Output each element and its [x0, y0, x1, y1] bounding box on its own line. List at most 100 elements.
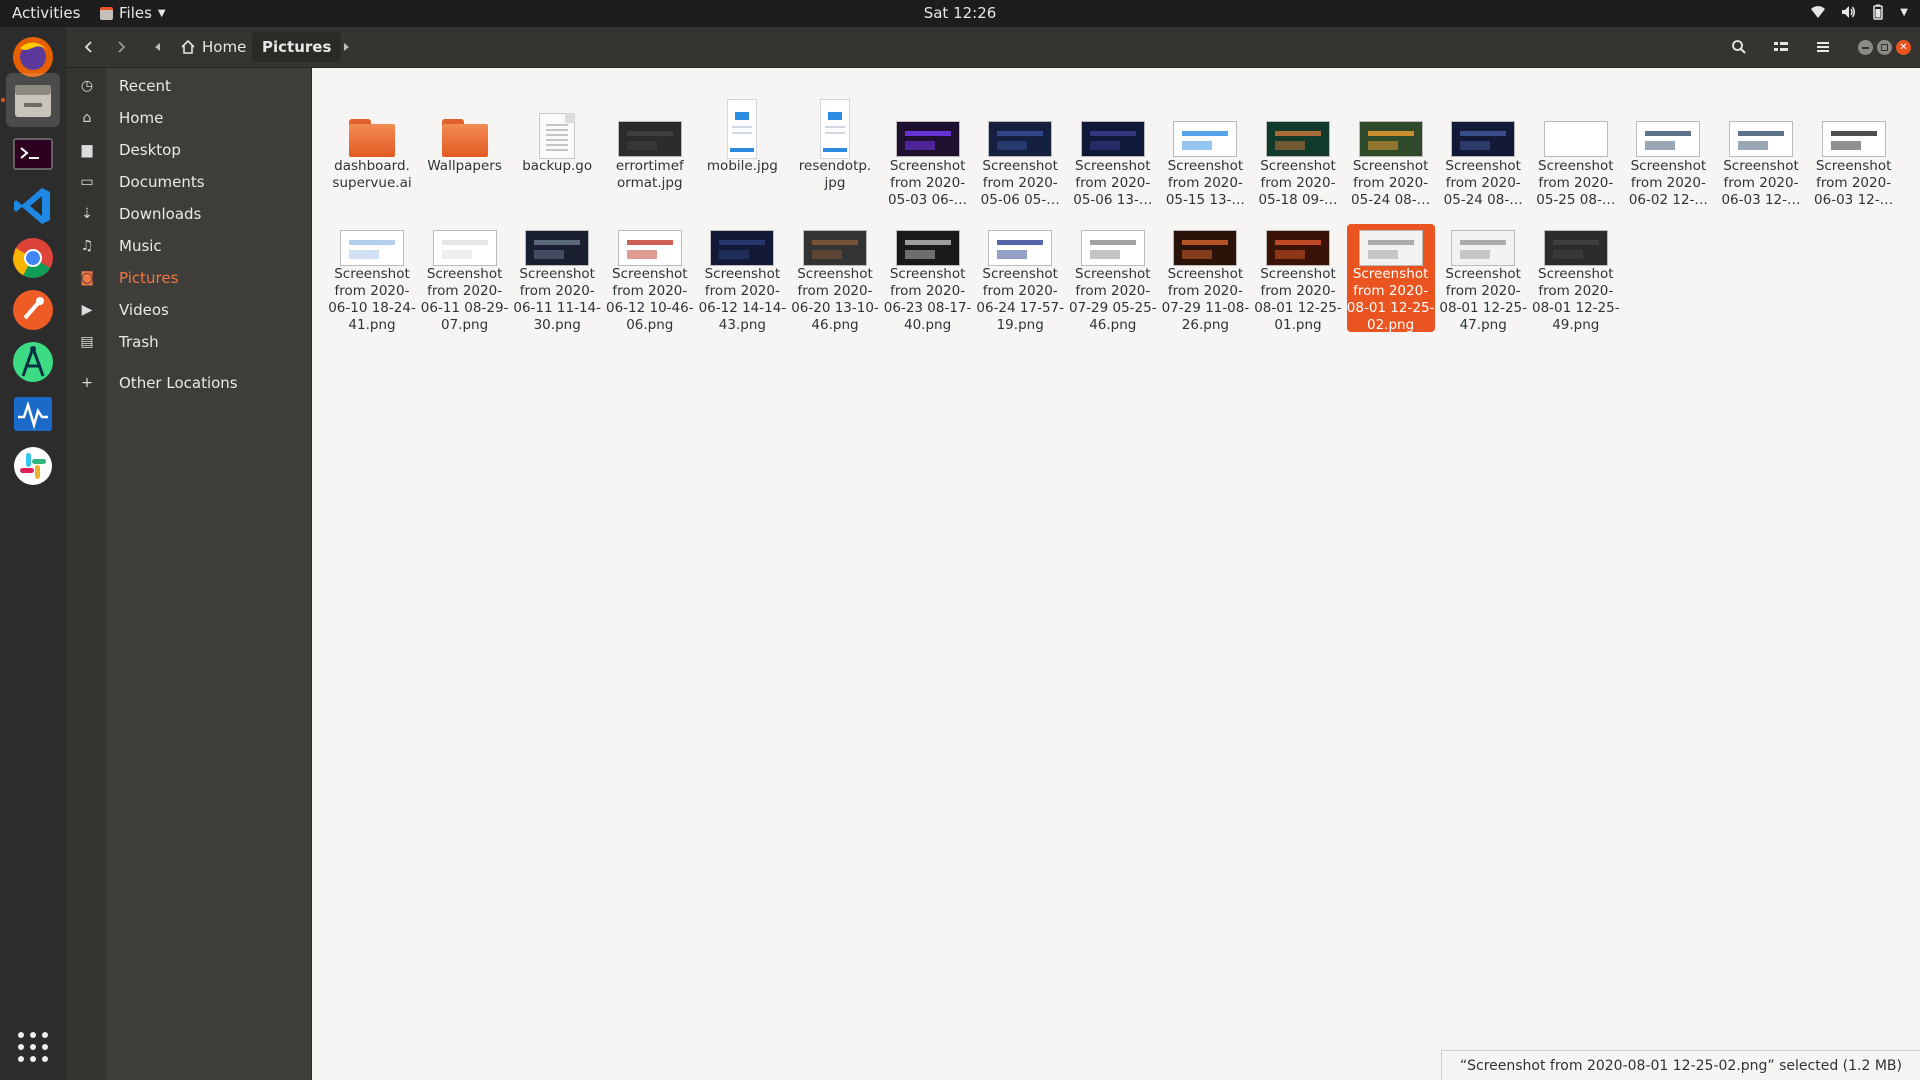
file-item[interactable]: Screenshot from 2020- 06-24 17-57- 19.pn… [976, 224, 1064, 333]
postman-launcher[interactable] [6, 283, 60, 337]
file-name: Screenshot from 2020- 07-29 05-25- 46.pn… [1068, 266, 1157, 333]
file-item[interactable]: Screenshot from 2020- 06-10 18-24- 41.pn… [328, 224, 416, 333]
activities-button[interactable]: Activities [12, 4, 80, 22]
hamburger-icon [1817, 42, 1829, 52]
image-thumbnail [1717, 99, 1805, 161]
close-button[interactable]: ✕ [1896, 40, 1911, 55]
breadcrumb-current[interactable]: Pictures [252, 32, 342, 62]
image-thumbnail [421, 208, 509, 270]
forward-button[interactable] [106, 32, 136, 62]
file-name: resendotp. jpg [798, 158, 872, 191]
minimize-button[interactable] [1858, 40, 1873, 55]
menu-button[interactable] [1806, 32, 1840, 62]
image-thumbnail [1161, 99, 1249, 161]
file-name: Screenshot from 2020- 08-01 12-25- 47.pn… [1439, 266, 1527, 333]
file-name: Screenshot from 2020- 05-24 08-… [1443, 158, 1523, 208]
sidebar-item-pictures[interactable]: ◙ Pictures [66, 262, 311, 294]
system-menu[interactable]: ▼ [1810, 4, 1908, 20]
vscode-launcher[interactable] [6, 179, 60, 233]
top-bar: Activities Files ▼ Sat 12:26 ▼ [0, 0, 1920, 27]
file-item[interactable]: Screenshot from 2020- 06-11 11-14- 30.pn… [513, 224, 601, 333]
file-item[interactable]: Screenshot from 2020- 05-24 08-… [1347, 99, 1435, 217]
show-applications-button[interactable] [6, 1020, 60, 1074]
files-icon [15, 85, 51, 117]
file-item[interactable]: Screenshot from 2020- 06-12 10-46- 06.pn… [606, 224, 694, 333]
file-item[interactable]: Screenshot from 2020- 08-01 12-25- 49.pn… [1532, 224, 1620, 333]
file-item[interactable]: Wallpapers [421, 99, 509, 217]
sidebar-item-home[interactable]: ⌂ Home [66, 102, 311, 134]
file-item[interactable]: Screenshot from 2020- 07-29 11-08- 26.pn… [1161, 224, 1250, 333]
folder-icon: ▆ [81, 142, 93, 158]
system-monitor-launcher[interactable] [6, 387, 60, 441]
file-name: Screenshot from 2020- 08-01 12-25- 01.pn… [1254, 266, 1342, 333]
file-item[interactable]: Screenshot from 2020- 06-20 13-10- 46.pn… [791, 224, 879, 333]
selection-status: “Screenshot from 2020-08-01 12-25-02.png… [1440, 1050, 1920, 1080]
breadcrumb-home[interactable]: Home [170, 32, 256, 62]
file-item[interactable]: Screenshot from 2020- 06-23 08-17- 40.pn… [883, 224, 972, 333]
file-item[interactable]: Screenshot from 2020- 05-15 13-… [1161, 99, 1249, 217]
file-item[interactable]: Screenshot from 2020- 05-06 05-… [976, 99, 1064, 217]
slack-launcher[interactable] [6, 439, 60, 493]
back-button[interactable] [74, 32, 104, 62]
breadcrumb-scroll-right[interactable] [338, 32, 354, 62]
files-launcher[interactable] [6, 73, 60, 127]
file-name: Screenshot from 2020- 07-29 11-08- 26.pn… [1161, 266, 1250, 333]
image-thumbnail [791, 208, 879, 270]
file-item[interactable]: resendotp. jpg [791, 99, 879, 217]
file-item[interactable]: Screenshot from 2020- 05-03 06-… [884, 99, 972, 217]
maximize-button[interactable] [1877, 40, 1892, 55]
volume-icon [1842, 6, 1856, 18]
file-item[interactable]: Screenshot from 2020- 06-11 08-29- 07.pn… [421, 224, 509, 333]
breadcrumb-scroll-left[interactable] [150, 32, 166, 62]
file-name: Screenshot from 2020- 06-10 18-24- 41.pn… [328, 266, 416, 333]
image-thumbnail [1069, 208, 1157, 270]
file-item[interactable]: Screenshot from 2020- 06-02 12-… [1624, 99, 1712, 217]
file-item[interactable]: Screenshot from 2020- 06-12 14-14- 43.pn… [698, 224, 786, 333]
image-thumbnail [1254, 99, 1342, 161]
file-item[interactable]: Screenshot from 2020- 07-29 05-25- 46.pn… [1068, 224, 1157, 333]
file-item[interactable]: mobile.jpg [698, 99, 786, 217]
file-item[interactable]: Screenshot from 2020- 08-01 12-25- 02.pn… [1346, 224, 1435, 333]
sidebar-item-trash[interactable]: ▤ Trash [66, 326, 311, 358]
sidebar-item-documents[interactable]: ▭ Documents [66, 166, 311, 198]
file-item[interactable]: backup.go [513, 99, 601, 217]
triangle-left-icon [155, 43, 160, 51]
file-item[interactable]: Screenshot from 2020- 05-25 08-… [1532, 99, 1620, 217]
search-button[interactable] [1722, 32, 1756, 62]
image-thumbnail [884, 99, 972, 161]
clock[interactable]: Sat 12:26 [924, 4, 997, 22]
sidebar-item-downloads[interactable]: ⇣ Downloads [66, 198, 311, 230]
view-toggle-button[interactable] [1764, 32, 1798, 62]
file-name: Screenshot from 2020- 06-23 08-17- 40.pn… [883, 266, 972, 333]
dock [0, 27, 66, 1080]
app-name: Files [119, 4, 152, 22]
image-thumbnail [1347, 208, 1435, 270]
sidebar-item-videos[interactable]: ▶ Videos [66, 294, 311, 326]
android-studio-launcher[interactable] [6, 335, 60, 389]
file-name: Screenshot from 2020- 05-06 13-… [1073, 158, 1153, 208]
image-thumbnail [884, 208, 972, 270]
file-item[interactable]: Screenshot from 2020- 06-03 12-… [1717, 99, 1805, 217]
sidebar-item-other-locations[interactable]: + Other Locations [66, 367, 311, 399]
file-item[interactable]: Screenshot from 2020- 05-06 13-… [1069, 99, 1157, 217]
file-item[interactable]: Screenshot from 2020- 06-03 12-… [1810, 99, 1898, 217]
plus-icon: + [81, 375, 93, 391]
file-item[interactable]: dashboard. supervue.ai [328, 99, 416, 217]
file-name: Screenshot from 2020- 06-24 17-57- 19.pn… [976, 266, 1064, 333]
file-name: Screenshot from 2020- 06-02 12-… [1628, 158, 1708, 208]
file-item[interactable]: Screenshot from 2020- 08-01 12-25- 47.pn… [1439, 224, 1527, 333]
files-app-icon [100, 6, 113, 20]
sidebar-item-music[interactable]: ♫ Music [66, 230, 311, 262]
file-name: dashboard. supervue.ai [332, 158, 412, 191]
app-menu[interactable]: Files ▼ [100, 4, 166, 22]
chrome-launcher[interactable] [6, 231, 60, 285]
image-thumbnail [698, 208, 786, 270]
file-item[interactable]: Screenshot from 2020- 05-24 08-… [1439, 99, 1527, 217]
file-item[interactable]: errortimef ormat.jpg [606, 99, 694, 217]
camera-icon: ◙ [80, 270, 94, 286]
terminal-launcher[interactable] [6, 127, 60, 181]
file-item[interactable]: Screenshot from 2020- 08-01 12-25- 01.pn… [1254, 224, 1342, 333]
sidebar-item-desktop[interactable]: ▆ Desktop [66, 134, 311, 166]
sidebar-item-recent[interactable]: ◷ Recent [66, 70, 311, 102]
file-item[interactable]: Screenshot from 2020- 05-18 09-… [1254, 99, 1342, 217]
